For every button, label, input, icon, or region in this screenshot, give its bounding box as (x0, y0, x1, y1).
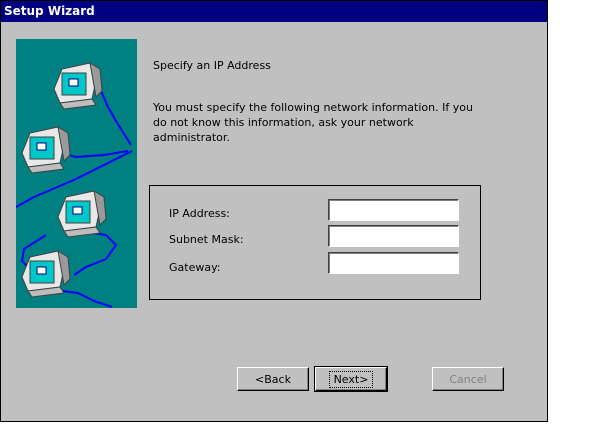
gateway-input[interactable] (328, 252, 459, 274)
window-title[interactable]: Setup Wizard (1, 1, 547, 22)
subnet-mask-input[interactable] (328, 225, 459, 247)
subnet-mask-label: Subnet Mask: (169, 233, 244, 246)
ip-address-input[interactable] (328, 199, 459, 221)
instructions-text: You must specify the following network i… (153, 101, 473, 144)
back-button[interactable]: <Back (237, 367, 309, 391)
next-button[interactable]: Next> (314, 366, 388, 392)
computer-icon (57, 190, 107, 238)
setup-wizard-window: Setup Wizard Specify an IP Address You m… (0, 0, 548, 422)
ip-address-label: IP Address: (169, 207, 230, 220)
cancel-button[interactable]: Cancel (432, 367, 504, 391)
network-illustration (15, 39, 137, 308)
gateway-label: Gateway: (169, 261, 221, 274)
computer-icon (21, 126, 71, 174)
page-heading: Specify an IP Address (153, 59, 271, 72)
computer-icon (53, 62, 103, 110)
next-button-label: Next> (328, 370, 374, 388)
